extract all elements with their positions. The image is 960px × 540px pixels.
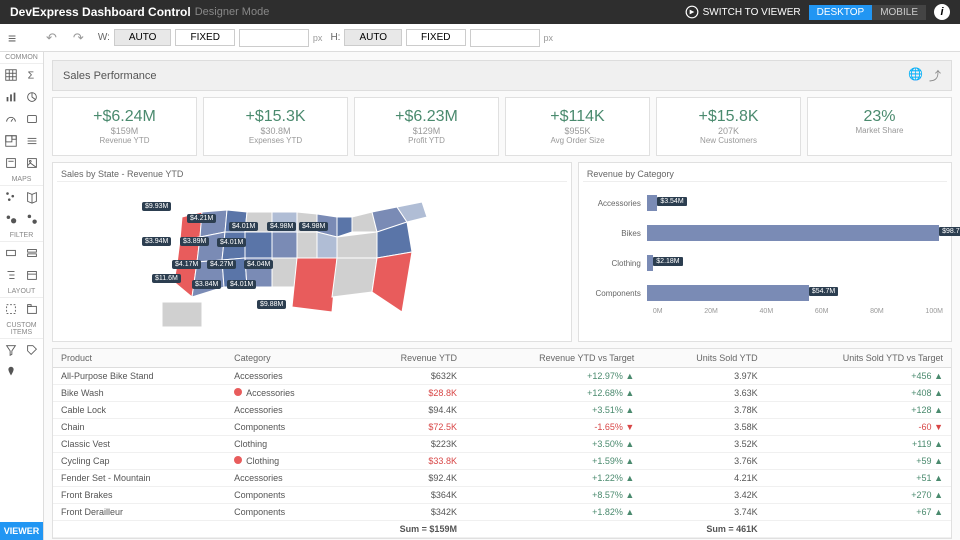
width-auto-button[interactable]: AUTO [114,29,172,46]
table-row[interactable]: ChainComponents$72.5K-1.65% ▼3.58K-60 ▼ [53,419,951,436]
redo-button[interactable]: ↷ [67,28,90,48]
viewer-badge[interactable]: VIEWER [0,522,43,540]
app-title: DevExpress Dashboard Control [10,5,191,19]
dashboard-header: Sales Performance 🌐 ⤴ [52,60,952,91]
table-row[interactable]: Fender Set - MountainAccessories$92.4K+1… [53,470,951,487]
combo-filter-icon[interactable] [22,242,44,264]
kpi-card[interactable]: 23%Market Share [807,97,952,156]
desktop-mode-button[interactable]: DESKTOP [809,5,873,20]
card-icon[interactable] [22,108,44,130]
toolbar: ≡ ↶ ↷ W: AUTO FIXED px H: AUTO FIXED px [0,24,960,52]
globe-icon[interactable]: 🌐 [908,67,923,84]
dashboard-title: Sales Performance [63,70,157,82]
menu-icon[interactable]: ≡ [8,30,24,46]
map-panel[interactable]: Sales by State - Revenue YTD [52,162,572,342]
undo-button[interactable]: ↶ [40,28,63,48]
choropleth-icon[interactable] [22,186,44,208]
range-filter-icon[interactable] [0,242,22,264]
height-input[interactable] [470,29,540,47]
kpi-card[interactable]: +$15.3K$30.8MExpenses YTD [203,97,348,156]
gauge-icon[interactable] [0,108,22,130]
list-icon[interactable] [22,130,44,152]
sum-icon[interactable]: Σ [22,64,44,86]
funnel-icon[interactable] [0,339,22,361]
grid-icon[interactable] [0,64,22,86]
info-icon[interactable]: i [934,4,950,20]
kpi-card[interactable]: +$6.24M$159MRevenue YTD [52,97,197,156]
group-icon[interactable] [0,298,22,320]
table-row[interactable]: Bike WashAccessories$28.8K+12.68% ▲3.63K… [53,385,951,402]
height-auto-button[interactable]: AUTO [344,29,402,46]
table-row[interactable]: Classic VestClothing$223K+3.50% ▲3.52K+1… [53,436,951,453]
scatter-map-icon[interactable] [0,186,22,208]
export-icon[interactable]: ⤴ [929,67,941,84]
svg-text:Σ: Σ [28,70,35,82]
sidebar: COMMON Σ MAPS FILTER LAYOUT CUSTOM ITEMS… [0,52,44,540]
pie-map-icon[interactable] [22,208,44,230]
bar-chart-panel[interactable]: Revenue by Category Accessories$3.54MBik… [578,162,952,342]
bubble-map-icon[interactable] [0,208,22,230]
pin-icon[interactable] [0,361,22,383]
table-row[interactable]: Front BrakesComponents$364K+8.57% ▲3.42K… [53,487,951,504]
switch-icon [685,5,699,19]
width-label: W: [98,32,110,43]
table-row[interactable]: Cycling CapClothing$33.8K+1.59% ▲3.76K+5… [53,453,951,470]
tree-filter-icon[interactable] [0,264,22,286]
mobile-mode-button[interactable]: MOBILE [872,5,926,20]
table-row[interactable]: All-Purpose Bike StandAccessories$632K+1… [53,368,951,385]
kpi-row: +$6.24M$159MRevenue YTD+$15.3K$30.8MExpe… [52,97,952,156]
table-row[interactable]: Cable LockAccessories$94.4K+3.51% ▲3.78K… [53,402,951,419]
table-row[interactable]: Front DerailleurComponents$342K+1.82% ▲3… [53,504,951,521]
treemap-icon[interactable] [0,130,22,152]
height-fixed-button[interactable]: FIXED [406,29,465,46]
tag-icon[interactable] [22,339,44,361]
text-icon[interactable] [0,152,22,174]
pie-chart-icon[interactable] [22,86,44,108]
width-input[interactable] [239,29,309,47]
kpi-card[interactable]: +$15.8K207KNew Customers [656,97,801,156]
bar-chart-icon[interactable] [0,86,22,108]
image-icon[interactable] [22,152,44,174]
app-mode: Designer Mode [195,6,270,18]
app-header: DevExpress Dashboard Control Designer Mo… [0,0,960,24]
tab-container-icon[interactable] [22,298,44,320]
height-label: H: [330,32,340,43]
product-grid[interactable]: ProductCategoryRevenue YTDRevenue YTD vs… [52,348,952,539]
date-filter-icon[interactable] [22,264,44,286]
kpi-card[interactable]: +$6.23M$129MProfit YTD [354,97,499,156]
kpi-card[interactable]: +$114K$955KAvg Order Size [505,97,650,156]
width-fixed-button[interactable]: FIXED [175,29,234,46]
dashboard-canvas: Sales Performance 🌐 ⤴ +$6.24M$159MRevenu… [44,52,960,540]
switch-to-viewer-button[interactable]: SWITCH TO VIEWER [685,5,801,19]
